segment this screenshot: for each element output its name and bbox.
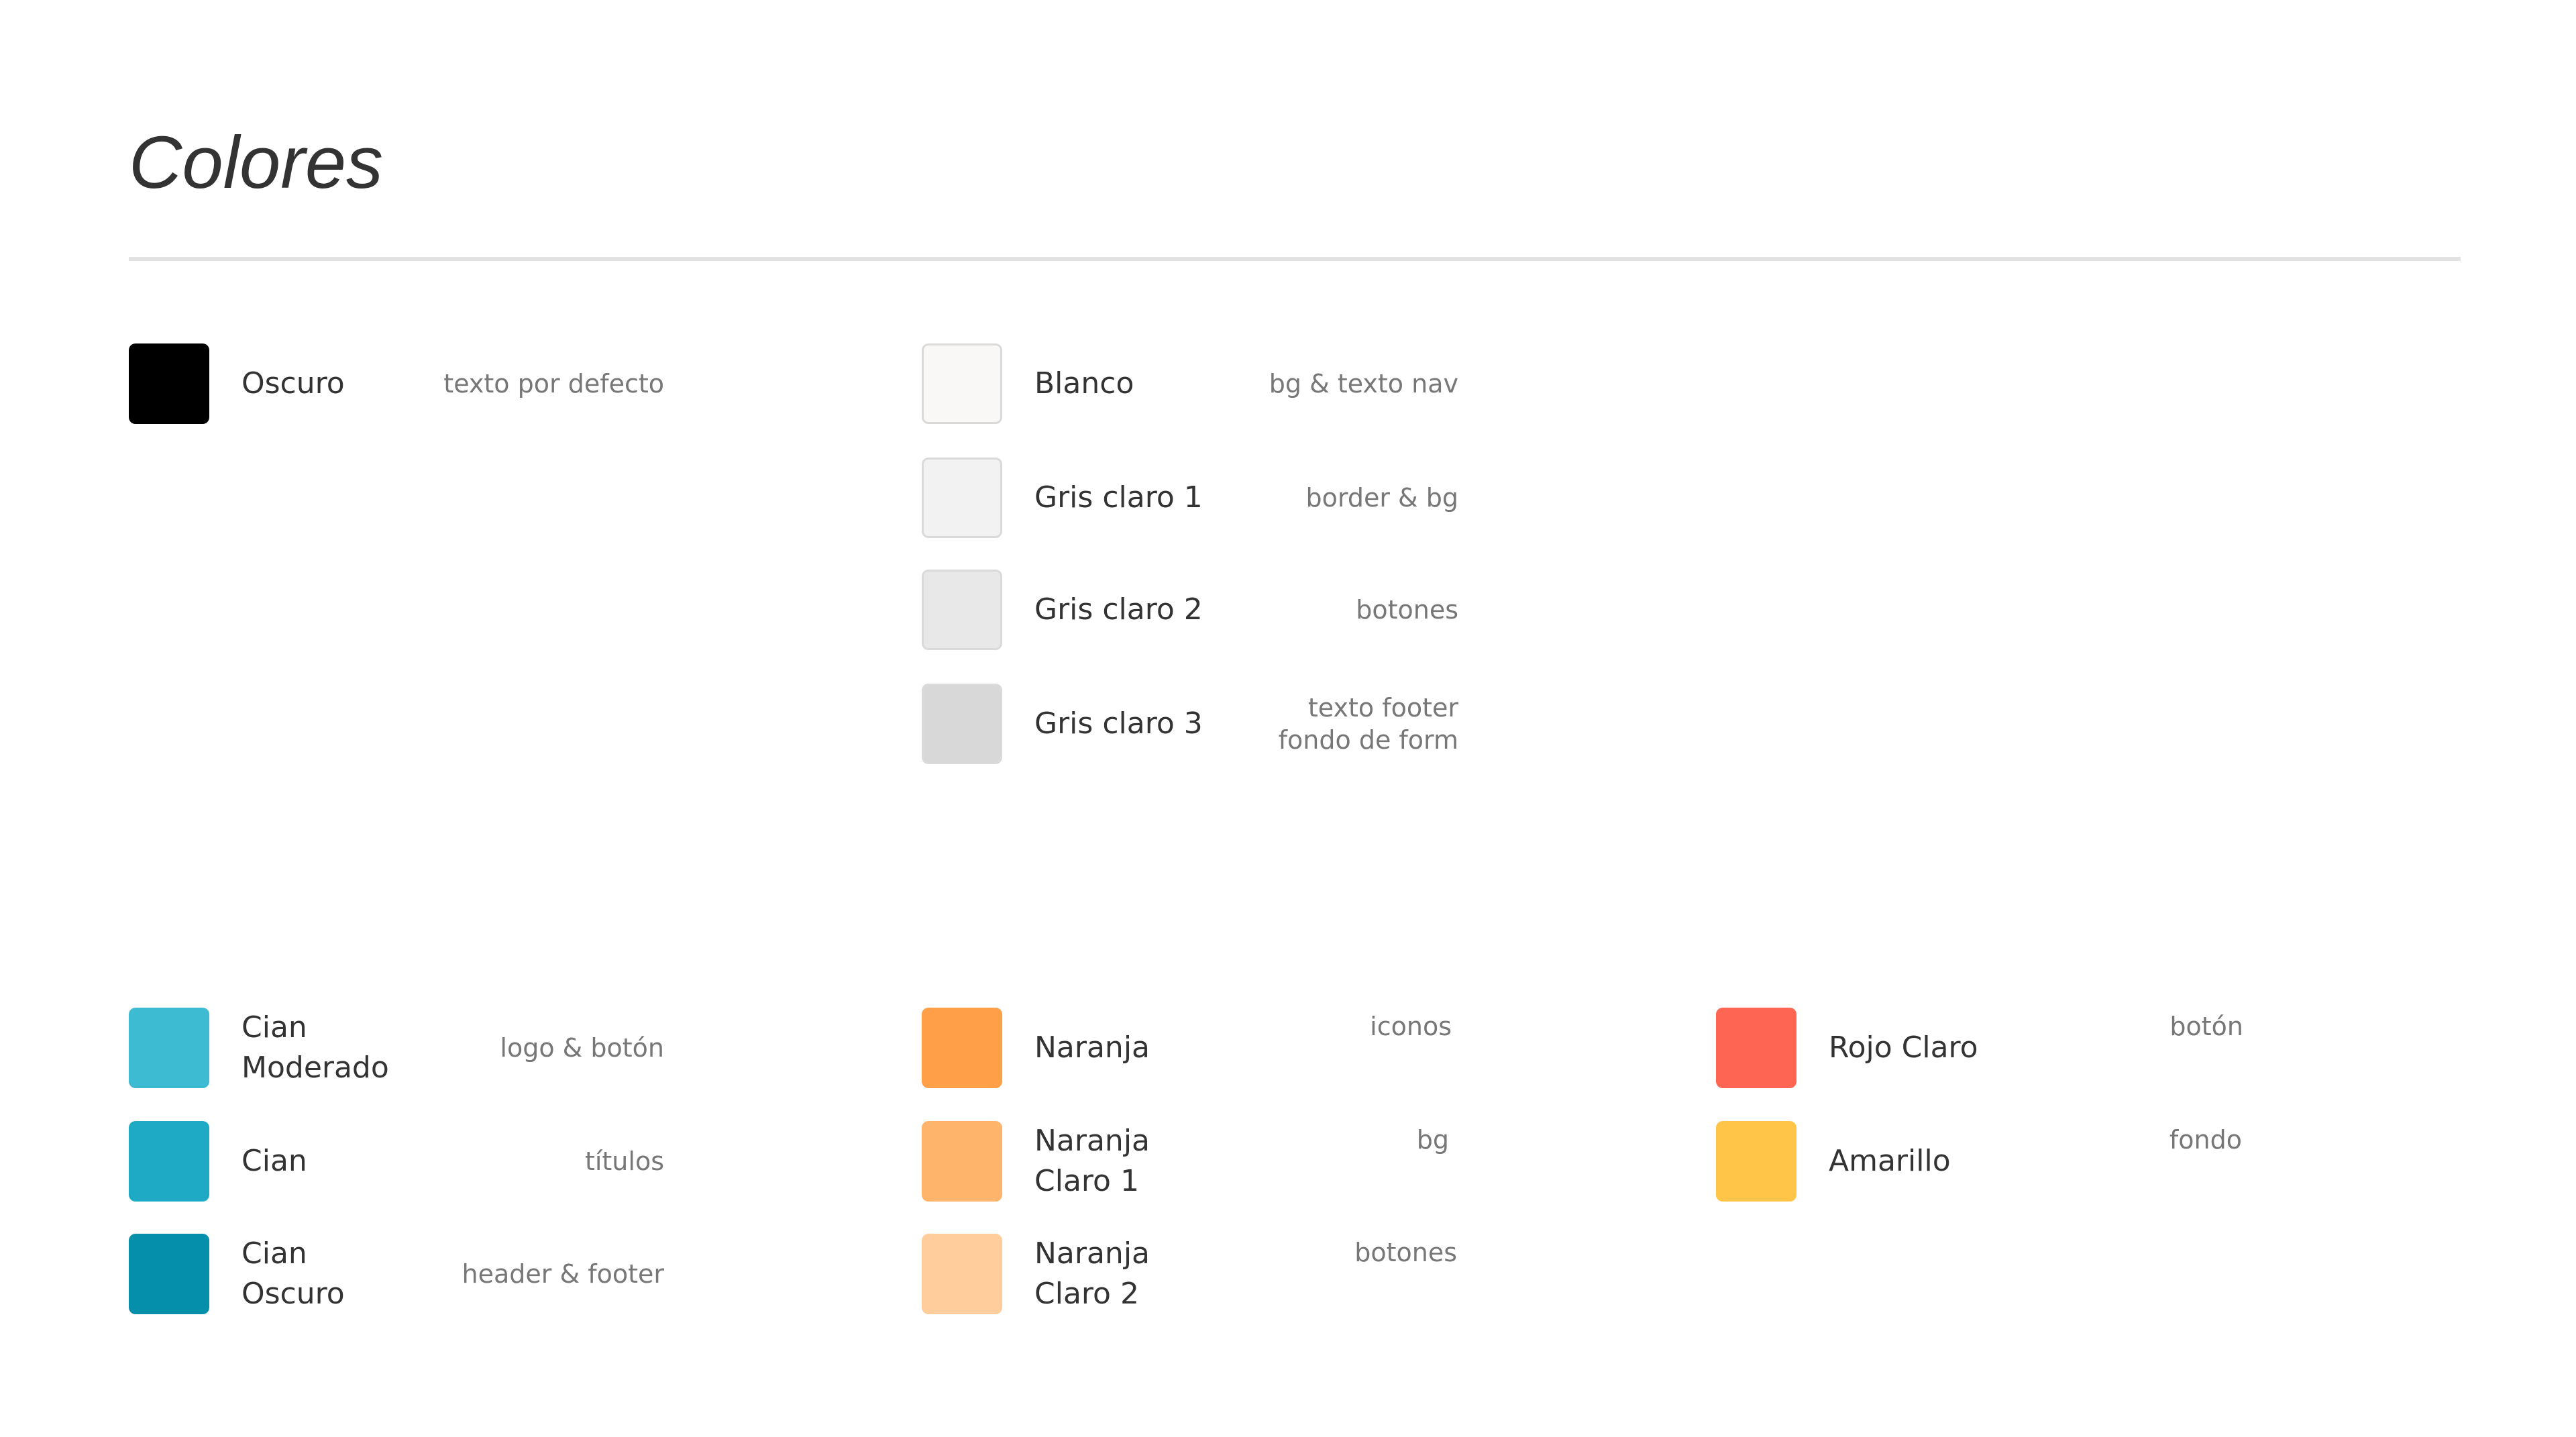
color-usage: header & footer [462, 1259, 664, 1289]
color-usage: texto footer fondo de form [1278, 693, 1458, 755]
color-name: Gris claro 2 [1034, 592, 1203, 627]
color-usage: títulos [584, 1147, 664, 1176]
color-swatch [922, 1234, 1002, 1314]
color-name: Blanco [1034, 366, 1134, 401]
color-swatch [922, 1008, 1002, 1088]
color-item: Cian Moderado logo & botón [129, 1008, 664, 1088]
color-usage: botón [2169, 1012, 2243, 1041]
color-name: Gris claro 1 [1034, 480, 1203, 515]
color-swatch [129, 1008, 209, 1088]
color-name: Naranja [1034, 1030, 1150, 1065]
color-item: Cian Oscuro header & footer [129, 1234, 664, 1314]
color-swatch [922, 343, 1002, 424]
color-swatch [922, 458, 1002, 538]
color-usage: texto por defecto [443, 369, 664, 398]
page-title: Colores [129, 121, 384, 204]
color-swatch [129, 1234, 209, 1314]
color-name: Naranja Claro 1 [1034, 1124, 1150, 1198]
color-usage: logo & botón [500, 1033, 664, 1063]
color-name: Amarillo [1829, 1144, 1951, 1178]
color-item: Naranja iconos [922, 1008, 1452, 1088]
color-swatch [1716, 1008, 1796, 1088]
color-usage: bg & texto nav [1269, 369, 1458, 398]
color-usage: fondo [2169, 1125, 2242, 1155]
color-swatch [1716, 1121, 1796, 1202]
color-name: Naranja Claro 2 [1034, 1236, 1150, 1311]
color-swatch [129, 1121, 209, 1202]
title-divider [129, 257, 2461, 261]
color-swatch [922, 684, 1002, 764]
color-item: Cian títulos [129, 1121, 664, 1202]
color-name: Gris claro 3 [1034, 706, 1203, 741]
color-item: Naranja Claro 2 botones [922, 1234, 1457, 1314]
color-item: Gris claro 1 border & bg [922, 458, 1458, 538]
color-name: Cian Moderado [241, 1010, 389, 1085]
color-swatch [129, 343, 209, 424]
color-item: Naranja Claro 1 bg [922, 1121, 1449, 1202]
color-item: Rojo Claro botón [1716, 1008, 2243, 1088]
color-name: Rojo Claro [1829, 1030, 1978, 1065]
color-swatch [922, 1121, 1002, 1202]
color-name: Cian [241, 1144, 307, 1178]
color-item: Blanco bg & texto nav [922, 343, 1458, 424]
color-item: Amarillo fondo [1716, 1121, 2242, 1202]
color-name: Cian Oscuro [241, 1236, 345, 1311]
color-usage: bg [1416, 1125, 1449, 1155]
color-usage: botones [1354, 1238, 1457, 1267]
color-usage: botones [1356, 595, 1458, 625]
color-item: Oscuro texto por defecto [129, 343, 664, 424]
color-usage: iconos [1370, 1012, 1452, 1041]
color-usage: border & bg [1305, 483, 1458, 513]
color-item: Gris claro 3 texto footer fondo de form [922, 684, 1458, 764]
color-item: Gris claro 2 botones [922, 570, 1458, 650]
color-name: Oscuro [241, 366, 345, 401]
color-swatch [922, 570, 1002, 650]
